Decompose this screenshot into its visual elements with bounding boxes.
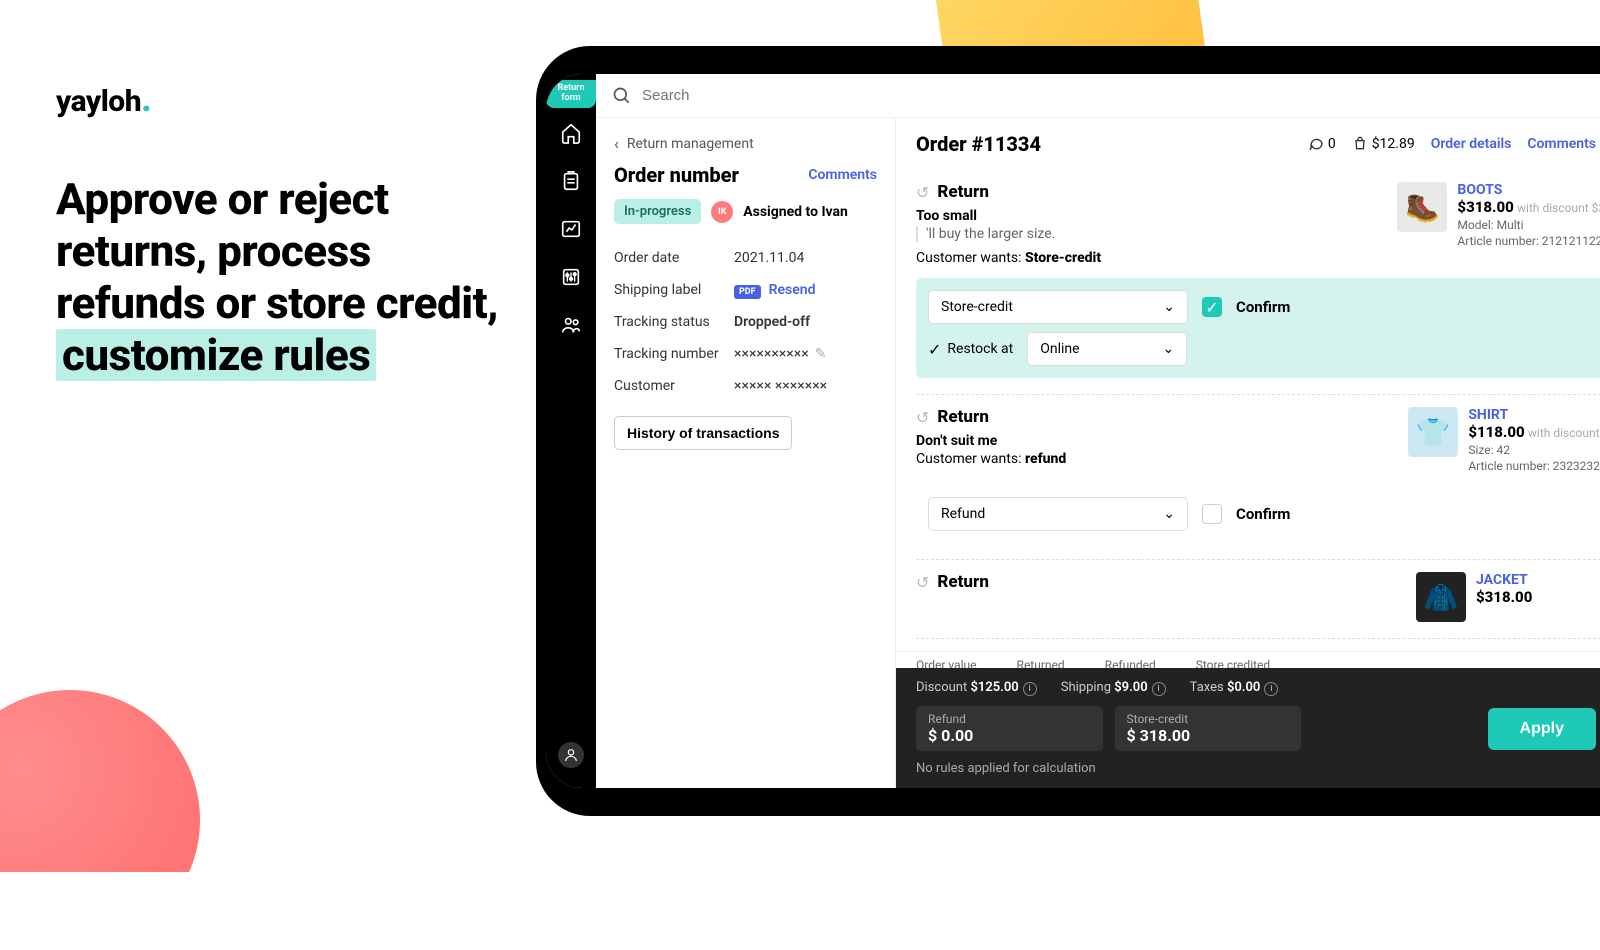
chevron-down-icon: ⌄ [1162, 341, 1174, 357]
users-icon[interactable] [560, 314, 582, 336]
store-credit-box[interactable]: Store-credit$ 318.00 [1115, 706, 1302, 751]
return-card: ↺ Return 🧥 JACKET $318.00 [916, 560, 1600, 639]
settings-icon[interactable] [560, 266, 582, 288]
logo: yayloh. [56, 78, 506, 120]
product-block: 🧥 JACKET $318.00 [1416, 572, 1600, 622]
info-icon[interactable]: i [1152, 682, 1166, 696]
right-panel: Order #11334 0 $12.89 Order details Comm… [896, 118, 1600, 788]
return-title: Return [937, 572, 988, 592]
device-frame: Return form ‹ Return management [536, 46, 1600, 816]
resend-link[interactable]: Resend [769, 282, 816, 298]
return-quote: 'll buy the larger size. [916, 226, 1377, 242]
order-date-label: Order date [614, 250, 734, 266]
assignee-avatar: IK [711, 201, 733, 223]
left-panel: ‹ Return management Order number Comment… [596, 118, 896, 788]
order-date-value: 2021.11.04 [734, 250, 804, 266]
search-icon [612, 86, 632, 106]
content: ‹ Return management Order number Comment… [596, 74, 1600, 788]
return-title: Return [937, 182, 988, 202]
product-image: 👕 [1408, 407, 1458, 457]
sidebar: Return form [546, 74, 596, 788]
product-block: 🥾 BOOTS $318.00 with discount $30. Model… [1397, 182, 1600, 266]
status-pill: In-progress [614, 199, 701, 224]
shipping-value: $9.00 [1114, 680, 1147, 695]
product-name[interactable]: BOOTS [1457, 182, 1600, 198]
cart-amount: $12.89 [1352, 136, 1415, 152]
credit-type-select[interactable]: Refund⌄ [928, 497, 1188, 531]
credit-type-select[interactable]: Store-credit⌄ [928, 290, 1188, 324]
info-icon[interactable]: i [1264, 682, 1278, 696]
app-screen: Return form ‹ Return management [546, 74, 1600, 788]
action-box: Refund⌄ Confirm [916, 485, 1600, 543]
refund-box[interactable]: Refund$ 0.00 [916, 706, 1103, 751]
rules-note: No rules applied for calculation [916, 761, 1596, 776]
restock-label: Restock at [947, 341, 1013, 357]
tracking-number-value: ×××××××××× [734, 346, 809, 362]
comments-count[interactable]: 0 [1308, 136, 1336, 152]
confirm-label: Confirm [1236, 505, 1290, 523]
confirm-checkbox[interactable]: ✓ [1202, 297, 1222, 317]
return-reason: Don't suit me [916, 433, 1388, 449]
tracking-status-label: Tracking status [614, 314, 734, 330]
customer-value: ××××× ××××××× [734, 378, 827, 394]
order-details-link[interactable]: Order details [1431, 136, 1512, 152]
order-number-title: Order number [614, 163, 739, 187]
undo-icon: ↺ [916, 573, 929, 592]
confirm-label: Confirm [1236, 298, 1290, 316]
taxes-value: $0.00 [1227, 680, 1260, 695]
restock-select[interactable]: Online⌄ [1027, 332, 1187, 366]
decoration-pink [0, 690, 200, 950]
confirm-checkbox[interactable] [1202, 504, 1222, 524]
product-image: 🥾 [1397, 182, 1447, 232]
action-box: Store-credit⌄ ✓ Confirm ✓ Restock at Onli… [916, 278, 1600, 378]
tracking-number-label: Tracking number [614, 346, 734, 362]
return-reason: Too small [916, 208, 1377, 224]
return-card: ↺ Return Don't suit me Customer wants: re… [916, 395, 1600, 560]
clipboard-icon[interactable] [560, 170, 582, 192]
product-price: $318.00 [1457, 198, 1513, 216]
tracking-status-value[interactable]: Dropped-off [734, 314, 810, 330]
comments-link[interactable]: Comments [808, 167, 877, 183]
history-button[interactable]: History of transactions [614, 416, 792, 450]
product-image: 🧥 [1416, 572, 1466, 622]
chevron-left-icon: ‹ [614, 134, 619, 153]
pdf-badge: PDF [734, 285, 761, 299]
customer-label: Customer [614, 378, 734, 394]
return-form-tab[interactable]: Return form [546, 80, 596, 108]
product-block: 👕 SHIRT $118.00 with discount $3 Size: 4… [1408, 407, 1600, 473]
return-title: Return [937, 407, 988, 427]
order-header-title: Order #11334 [916, 132, 1041, 156]
split-view: ‹ Return management Order number Comment… [596, 118, 1600, 788]
product-price: $318.00 [1476, 588, 1532, 606]
topbar [596, 74, 1600, 118]
undo-icon: ↺ [916, 408, 929, 427]
chevron-down-icon: ⌄ [1163, 506, 1175, 522]
order-comments-link[interactable]: Comments [1527, 136, 1596, 152]
info-icon[interactable]: i [1023, 682, 1037, 696]
marketing-panel: yayloh. Approve or reject returns, proce… [56, 78, 506, 382]
chevron-down-icon: ⌄ [1163, 299, 1175, 315]
apply-button[interactable]: Apply [1488, 708, 1596, 750]
edit-icon[interactable]: ✎ [815, 346, 827, 362]
breadcrumb[interactable]: ‹ Return management [614, 134, 877, 153]
assigned-to: Assigned to Ivan [743, 204, 848, 220]
breadcrumb-label: Return management [627, 136, 754, 152]
discount-value: $125.00 [970, 680, 1018, 695]
product-name[interactable]: SHIRT [1468, 407, 1600, 423]
return-card: ↺ Return Too small 'll buy the larger siz… [916, 170, 1600, 395]
shipping-label-label: Shipping label [614, 282, 734, 298]
undo-icon: ↺ [916, 183, 929, 202]
chart-icon[interactable] [560, 218, 582, 240]
restock-checkbox[interactable]: ✓ [928, 340, 941, 359]
home-icon[interactable] [560, 122, 582, 144]
product-price: $118.00 [1468, 423, 1524, 441]
customer-wants: Customer wants: Store-credit [916, 250, 1377, 266]
footer-bar: Discount $125.00i Shipping $9.00i Taxes … [896, 668, 1600, 788]
search-input[interactable] [642, 87, 1600, 104]
tagline: Approve or reject returns, process refun… [56, 174, 506, 382]
customer-wants: Customer wants: refund [916, 451, 1388, 467]
product-name[interactable]: JACKET [1476, 572, 1532, 588]
user-avatar[interactable] [558, 742, 584, 768]
